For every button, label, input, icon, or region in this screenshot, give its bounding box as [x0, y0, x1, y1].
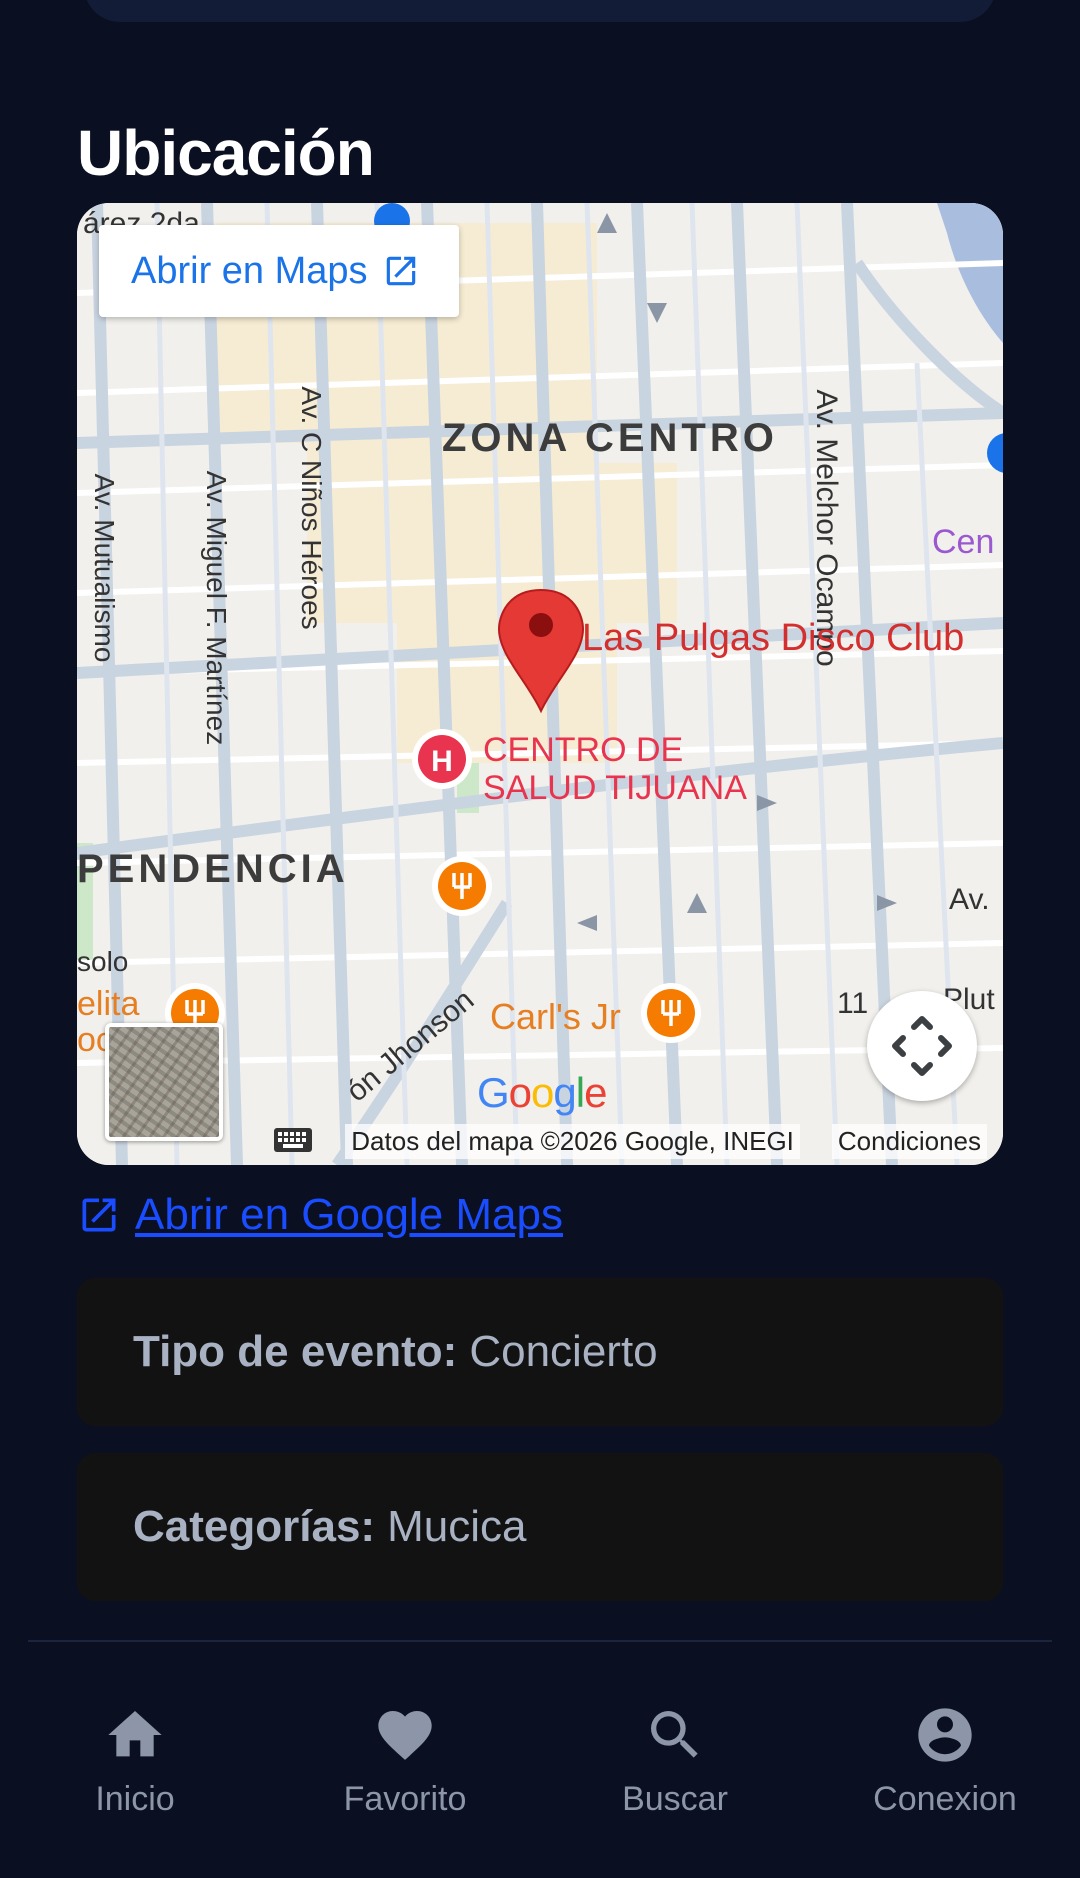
map-label-cen: Cen — [932, 523, 994, 561]
nav-item-buscar[interactable]: Buscar — [540, 1700, 810, 1878]
categories-card: Categorías: Mucica — [77, 1453, 1003, 1601]
open-google-maps-link[interactable]: Abrir en Google Maps — [77, 1190, 563, 1240]
map-footer: Datos del mapa ©2026 Google, INEGI Condi… — [77, 1117, 1003, 1165]
map-expand-button[interactable] — [867, 991, 977, 1101]
map-label-solo: solo — [77, 946, 128, 977]
restaurant-marker-icon[interactable] — [641, 983, 701, 1043]
categories-label: Categorías: — [133, 1502, 376, 1551]
categories-value: Mucica — [387, 1502, 527, 1551]
nav-divider — [28, 1640, 1052, 1642]
restaurant-marker-icon[interactable] — [432, 856, 492, 916]
map-label-av-right: Av. — [949, 883, 990, 916]
map-label-centro-salud-1: CENTRO DE — [483, 731, 683, 769]
move-arrows-icon — [892, 1016, 952, 1076]
map-place-label: Las Pulgas Disco Club — [582, 617, 964, 659]
open-google-maps-label: Abrir en Google Maps — [135, 1190, 563, 1239]
map-data-attribution: Datos del mapa ©2026 Google, INEGI — [345, 1123, 800, 1159]
svg-text:H: H — [431, 745, 453, 778]
account-icon — [913, 1700, 977, 1770]
nav-label: Buscar — [622, 1780, 728, 1818]
nav-label: Conexion — [873, 1780, 1017, 1818]
nav-label: Favorito — [343, 1780, 467, 1818]
heart-icon — [373, 1700, 437, 1770]
nav-item-inicio[interactable]: Inicio — [0, 1700, 270, 1878]
map-label-elita: elita — [77, 985, 139, 1023]
map-label-av-ninos: Av. C Niños Héroes — [296, 386, 327, 629]
map-label-av-mutualismo: Av. Mutualismo — [89, 474, 120, 663]
external-link-icon — [382, 252, 420, 290]
external-link-icon — [77, 1193, 121, 1237]
bottom-navigation: Inicio Favorito Buscar Conexion — [0, 1700, 1080, 1878]
map-label-centro-salud-2: SALUD TIJUANA — [483, 769, 747, 807]
map-label-independencia: PENDENCIA — [77, 847, 349, 891]
map-label-carls: Carl's Jr — [490, 996, 621, 1037]
open-in-maps-button[interactable]: Abrir en Maps — [99, 225, 459, 317]
nav-label: Inicio — [95, 1780, 175, 1818]
event-type-card: Tipo de evento: Concierto — [77, 1278, 1003, 1426]
keyboard-shortcuts-icon[interactable] — [273, 1127, 313, 1160]
map-label-11: 11 — [837, 987, 868, 1020]
event-type-label: Tipo de evento: — [133, 1327, 458, 1376]
map-terms-link[interactable]: Condiciones — [831, 1123, 987, 1159]
search-icon — [643, 1700, 707, 1770]
location-title: Ubicación — [77, 117, 375, 189]
map-label-av-miguel: Av. Miguel F. Martínez — [201, 471, 232, 745]
event-type-value: Concierto — [469, 1327, 658, 1376]
map-canvas[interactable]: árez 2da Av. Mutualismo Av. Miguel F. Ma… — [77, 203, 1003, 1165]
open-in-maps-label: Abrir en Maps — [131, 249, 368, 292]
home-icon — [103, 1700, 167, 1770]
nav-item-conexion[interactable]: Conexion — [810, 1700, 1080, 1878]
map-label-zona-centro: ZONA CENTRO — [442, 416, 778, 460]
google-logo: Google — [477, 1069, 607, 1116]
previous-card-edge — [84, 0, 996, 22]
hospital-marker-icon[interactable]: H — [412, 729, 472, 789]
map-embed[interactable]: árez 2da Av. Mutualismo Av. Miguel F. Ma… — [77, 203, 1003, 1165]
nav-item-favorito[interactable]: Favorito — [270, 1700, 540, 1878]
